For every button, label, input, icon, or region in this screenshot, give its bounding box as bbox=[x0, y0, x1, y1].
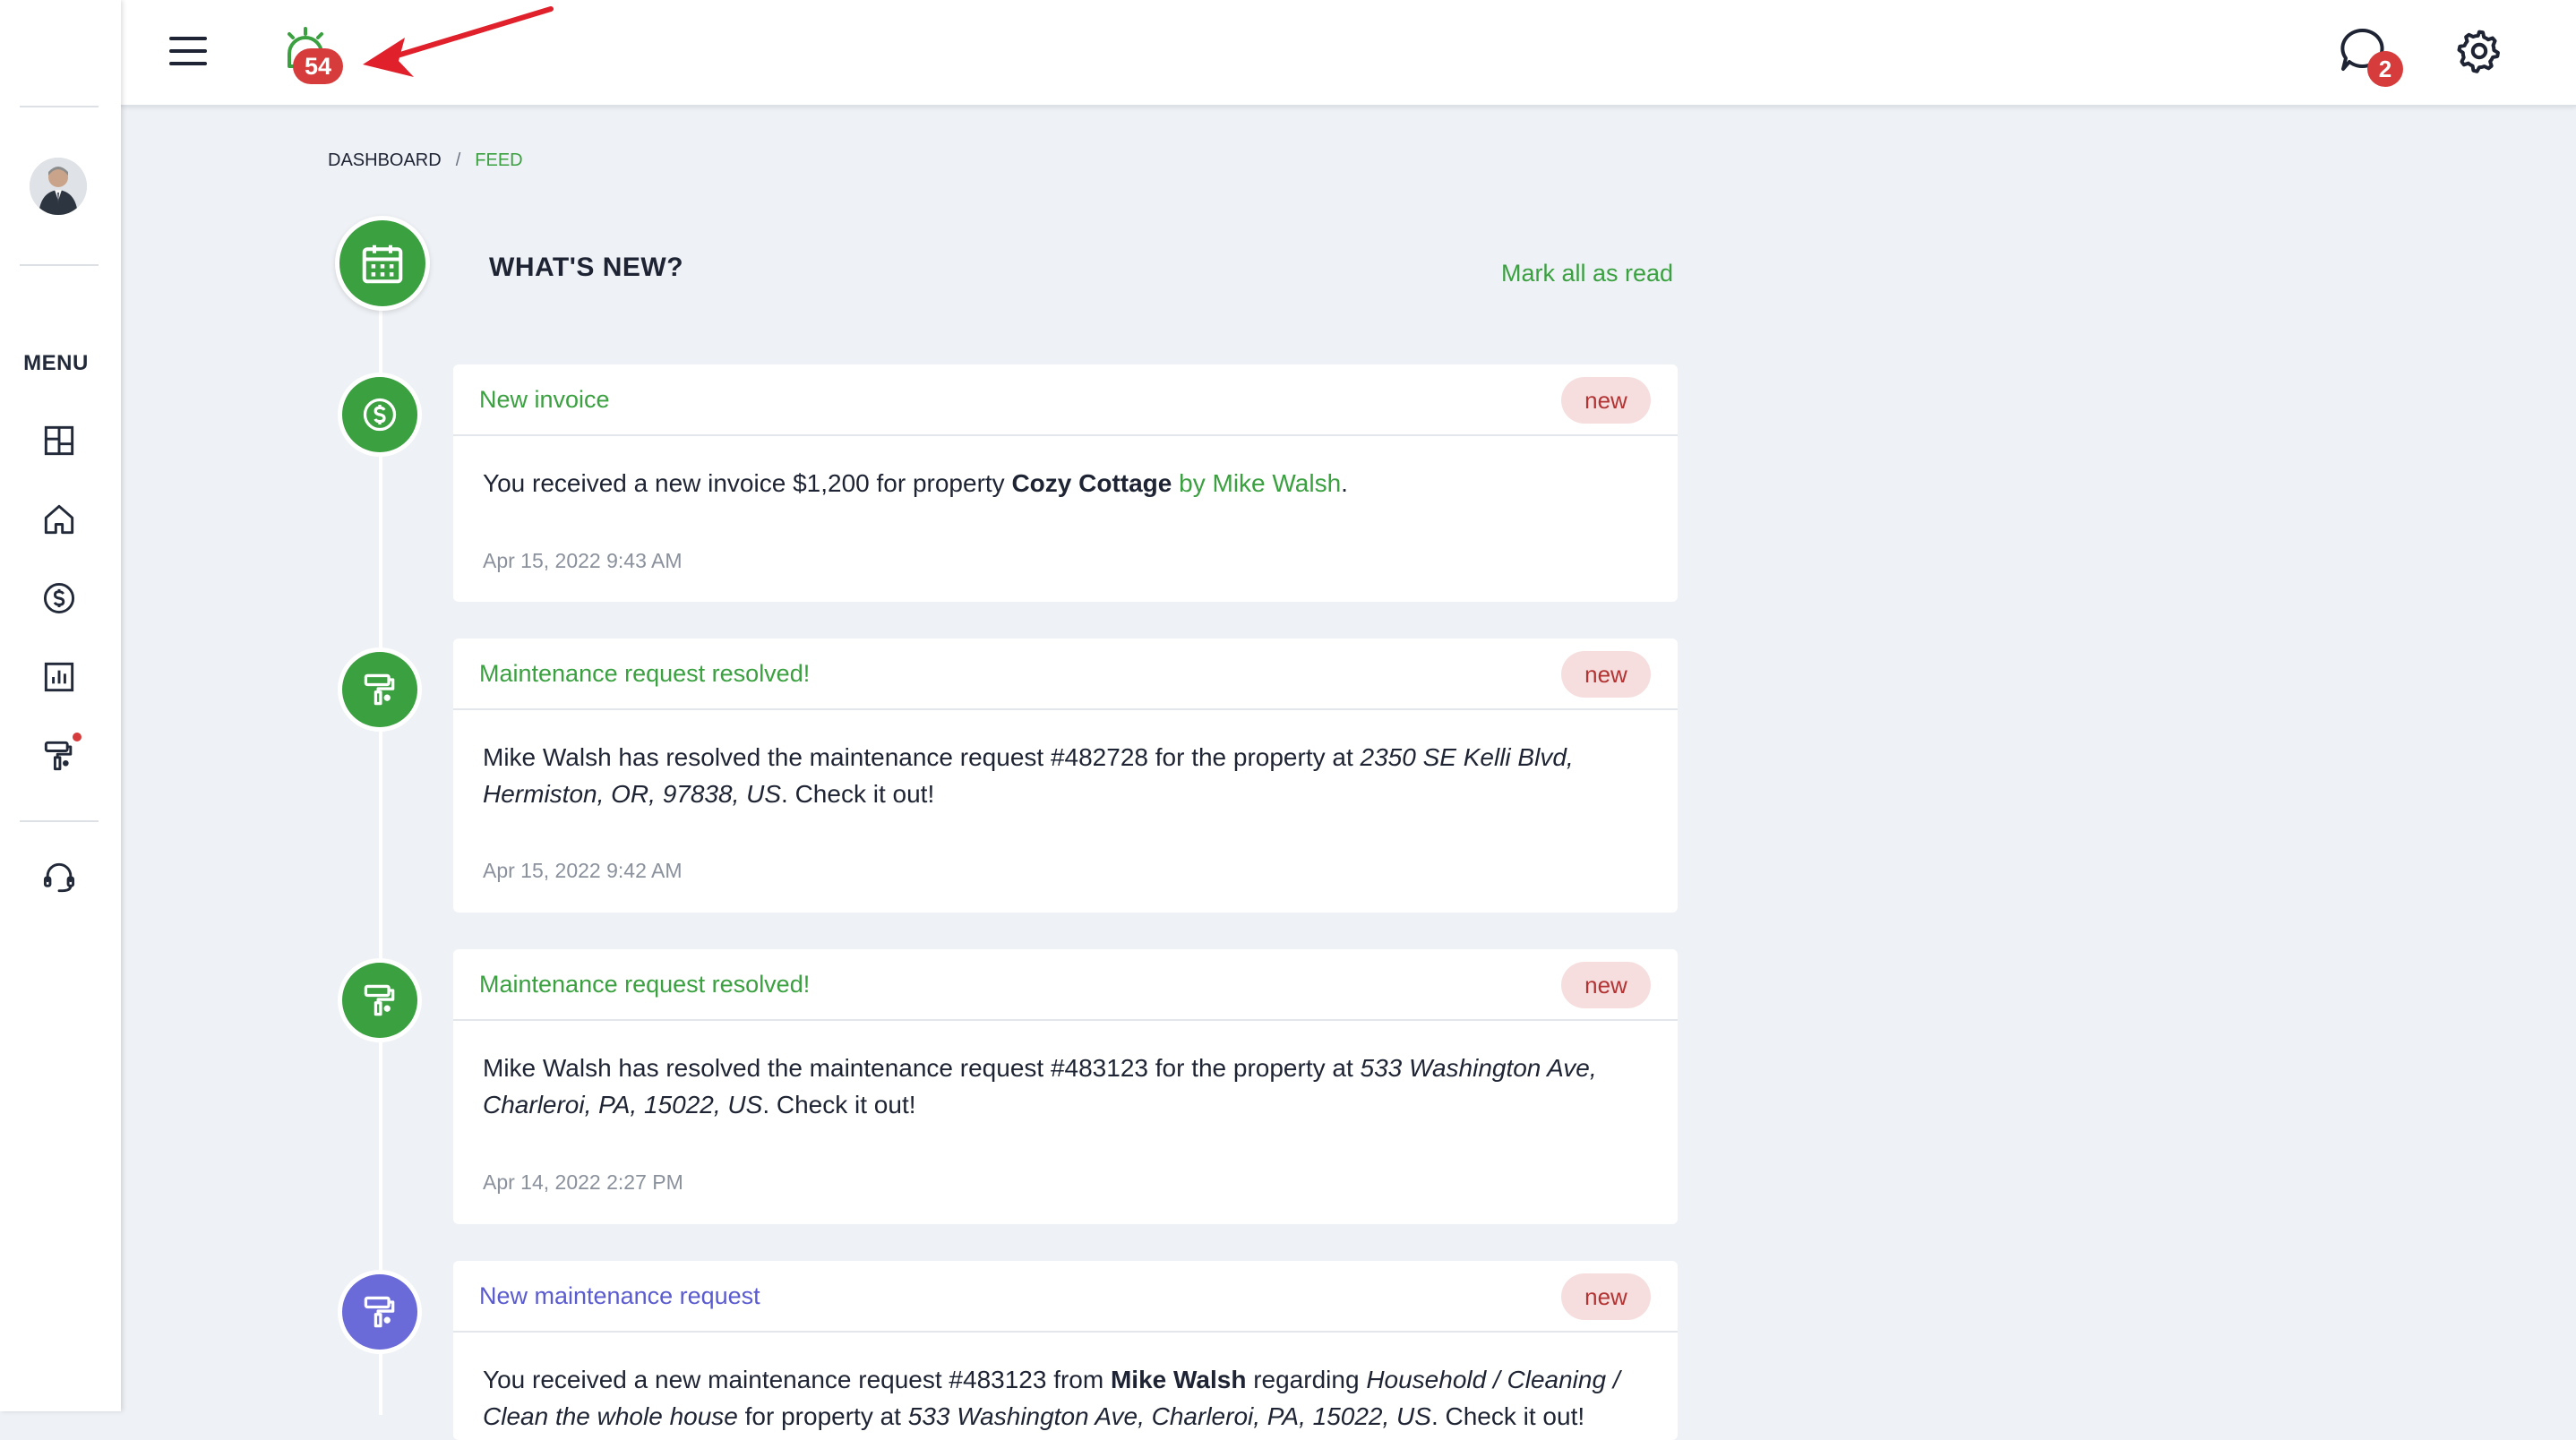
page-title: WHAT'S NEW? bbox=[489, 253, 684, 282]
property-name: Cozy Cottage bbox=[1011, 469, 1172, 497]
message-text: Mike Walsh has resolved the maintenance … bbox=[483, 1054, 1361, 1082]
feed-item-icon-circle bbox=[338, 1270, 422, 1354]
feed-card-header: Maintenance request resolved! new bbox=[453, 949, 1678, 1021]
feed-card-message: Mike Walsh has resolved the maintenance … bbox=[453, 1021, 1678, 1123]
new-badge: new bbox=[1561, 1273, 1651, 1320]
notification-dot bbox=[73, 733, 82, 741]
new-badge: new bbox=[1561, 651, 1651, 698]
feed-card-title[interactable]: Maintenance request resolved! bbox=[479, 971, 810, 999]
feed-card[interactable]: Maintenance request resolved! new Mike W… bbox=[453, 639, 1678, 913]
breadcrumb: DASHBOARD / FEED bbox=[328, 150, 523, 171]
breadcrumb-dashboard-link[interactable]: DASHBOARD bbox=[328, 150, 442, 170]
menu-label: MENU bbox=[23, 351, 89, 375]
message-text: . Check it out! bbox=[781, 780, 935, 808]
paint-roller-icon bbox=[364, 984, 395, 1016]
feed-item-icon-circle bbox=[338, 373, 422, 457]
calendar-icon bbox=[362, 244, 403, 284]
home-icon bbox=[44, 504, 74, 535]
message-text: . Check it out! bbox=[762, 1091, 916, 1119]
feed-card-title[interactable]: New maintenance request bbox=[479, 1282, 760, 1310]
sidebar-item-support[interactable] bbox=[39, 858, 79, 897]
feed-card[interactable]: New maintenance request new You received… bbox=[453, 1261, 1678, 1440]
top-bar: 54 2 bbox=[121, 0, 2576, 107]
feed-card[interactable]: New invoice new You received a new invoi… bbox=[453, 364, 1678, 602]
feed-card[interactable]: Maintenance request resolved! new Mike W… bbox=[453, 949, 1678, 1224]
breadcrumb-current: FEED bbox=[475, 150, 523, 170]
message-text: regarding bbox=[1246, 1366, 1367, 1393]
dashboard-icon bbox=[44, 425, 74, 456]
sidebar-divider bbox=[20, 264, 99, 266]
dollar-icon bbox=[43, 582, 75, 614]
feed-item-icon-circle bbox=[338, 647, 422, 732]
paint-roller-icon bbox=[364, 1296, 395, 1328]
new-badge: new bbox=[1561, 377, 1651, 424]
feed-card-header: Maintenance request resolved! new bbox=[453, 639, 1678, 710]
new-badge: new bbox=[1561, 962, 1651, 1008]
messages-count-badge: 2 bbox=[2367, 51, 2403, 87]
dollar-icon bbox=[363, 398, 397, 432]
annotation-arrow-icon bbox=[363, 6, 554, 77]
avatar-image bbox=[30, 158, 87, 215]
feed-card-header: New invoice new bbox=[453, 364, 1678, 436]
property-address: 533 Washington Ave, Charleroi, PA, 15022… bbox=[907, 1402, 1431, 1430]
settings-button[interactable] bbox=[2455, 27, 2503, 75]
mark-all-read-link[interactable]: Mark all as read bbox=[1501, 260, 1673, 287]
message-text: You received a new maintenance request #… bbox=[483, 1366, 1111, 1393]
messages-button[interactable]: 2 bbox=[2338, 25, 2403, 87]
author-link[interactable]: by Mike Walsh bbox=[1172, 469, 1341, 497]
hamburger-icon bbox=[169, 37, 207, 65]
feed-card-timestamp: Apr 14, 2022 2:27 PM bbox=[483, 1170, 683, 1194]
sidebar-divider bbox=[20, 820, 99, 822]
sidebar: MENU bbox=[0, 0, 121, 1411]
message-text: . Check it out! bbox=[1430, 1402, 1585, 1430]
feed-card-header: New maintenance request new bbox=[453, 1261, 1678, 1333]
headset-icon bbox=[43, 862, 75, 893]
sender-name: Mike Walsh bbox=[1110, 1366, 1247, 1393]
feed-header-icon-circle bbox=[335, 216, 430, 311]
sidebar-item-dashboard[interactable] bbox=[39, 421, 79, 460]
feed-card-timestamp: Apr 15, 2022 9:43 AM bbox=[483, 549, 683, 572]
notifications-count-badge: 54 bbox=[293, 48, 343, 84]
chart-icon bbox=[44, 662, 74, 692]
feed-item-icon-circle bbox=[338, 958, 422, 1042]
feed-card-message: You received a new maintenance request #… bbox=[453, 1333, 1678, 1435]
paint-roller-icon bbox=[44, 741, 73, 771]
message-text: . bbox=[1341, 469, 1348, 497]
paint-roller-icon bbox=[364, 673, 395, 706]
message-text: You received a new invoice $1,200 for pr… bbox=[483, 469, 1012, 497]
feed-card-timestamp: Apr 15, 2022 9:42 AM bbox=[483, 859, 683, 882]
sidebar-item-reports[interactable] bbox=[39, 657, 79, 697]
message-text: Mike Walsh has resolved the maintenance … bbox=[483, 743, 1361, 771]
sidebar-item-home[interactable] bbox=[39, 500, 79, 539]
feed-card-message: Mike Walsh has resolved the maintenance … bbox=[453, 710, 1678, 812]
gear-icon bbox=[2457, 30, 2500, 73]
feed-card-message: You received a new invoice $1,200 for pr… bbox=[453, 436, 1678, 501]
notifications-button[interactable]: 54 bbox=[282, 27, 343, 84]
message-text: for property at bbox=[737, 1402, 908, 1430]
hamburger-menu-button[interactable] bbox=[167, 30, 209, 72]
breadcrumb-separator: / bbox=[455, 150, 461, 170]
sidebar-item-payments[interactable] bbox=[39, 579, 79, 618]
avatar[interactable] bbox=[30, 158, 87, 215]
feed-card-title[interactable]: Maintenance request resolved! bbox=[479, 660, 810, 688]
feed-card-title[interactable]: New invoice bbox=[479, 386, 610, 414]
sidebar-divider bbox=[20, 106, 99, 107]
sidebar-item-maintenance[interactable] bbox=[39, 733, 82, 776]
